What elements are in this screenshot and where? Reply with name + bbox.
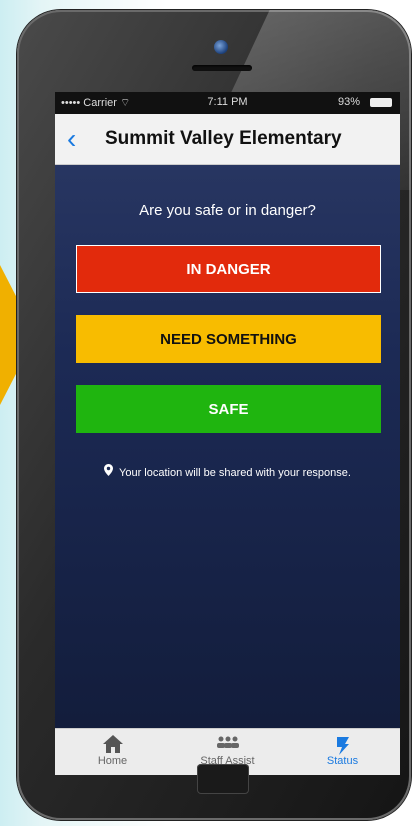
people-icon	[170, 735, 285, 755]
location-pin-icon	[104, 464, 114, 479]
speaker-grille	[192, 65, 252, 71]
battery-icon	[370, 98, 392, 107]
page-title: Summit Valley Elementary	[105, 128, 342, 149]
tab-status[interactable]: Status	[285, 729, 400, 775]
need-something-button[interactable]: NEED SOMETHING	[76, 315, 381, 363]
tab-home[interactable]: Home	[55, 729, 170, 775]
home-icon	[55, 735, 170, 755]
phone-frame: ••••• Carrier ⌔ 7:11 PM 93% ‹ Summit Val…	[17, 10, 411, 820]
status-bar: ••••• Carrier ⌔ 7:11 PM 93%	[55, 92, 400, 114]
status-icon	[285, 735, 400, 755]
tab-status-label: Status	[326, 755, 359, 767]
camera-icon	[214, 40, 228, 54]
back-icon[interactable]: ‹	[67, 124, 91, 154]
tab-home-label: Home	[97, 755, 128, 767]
nav-bar: ‹ Summit Valley Elementary	[55, 114, 400, 165]
in-danger-button[interactable]: IN DANGER	[76, 245, 381, 293]
location-note-text: Your location will be shared with your r…	[119, 467, 351, 479]
safe-button[interactable]: SAFE	[76, 385, 381, 433]
app-screen: ••••• Carrier ⌔ 7:11 PM 93% ‹ Summit Val…	[55, 92, 400, 775]
location-note: Your location will be shared with your r…	[55, 464, 400, 479]
safety-question: Are you safe or in danger?	[139, 202, 316, 219]
home-button[interactable]	[197, 764, 249, 794]
battery-percent: 93%	[337, 96, 360, 108]
